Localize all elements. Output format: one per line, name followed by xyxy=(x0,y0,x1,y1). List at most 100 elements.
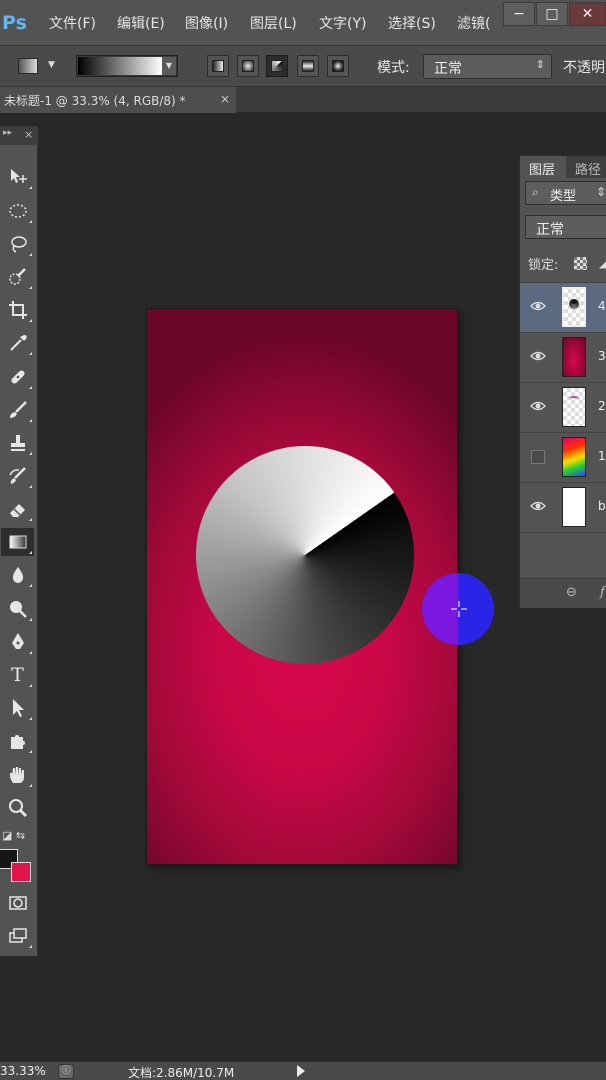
menu-image[interactable]: 图像(I) xyxy=(185,13,228,33)
tools-panel-header[interactable]: ▸▸ × xyxy=(0,127,38,145)
tab-layers[interactable]: 图层 xyxy=(529,159,555,178)
layer-row[interactable]: b xyxy=(520,482,606,532)
magnifier-icon xyxy=(8,799,27,818)
crop-icon xyxy=(8,301,27,319)
diamond-gradient-button[interactable] xyxy=(327,55,349,77)
layer-row[interactable]: 3 xyxy=(520,332,606,382)
eraser-tool[interactable] xyxy=(1,495,34,523)
lasso-tool[interactable] xyxy=(1,230,34,258)
close-window-button[interactable]: ✕ xyxy=(569,2,606,26)
history-brush-tool[interactable] xyxy=(1,462,34,490)
lock-brush-icon[interactable]: ◢ xyxy=(599,256,606,270)
select-arrows-icon: ⇕ xyxy=(535,58,545,71)
pen-icon xyxy=(11,633,24,649)
gradient-icon xyxy=(9,535,26,549)
lasso-icon xyxy=(10,236,27,253)
gradient-tool[interactable] xyxy=(1,528,34,556)
eyedropper-tool[interactable] xyxy=(1,329,34,357)
menu-edit[interactable]: 编辑(E) xyxy=(117,13,165,33)
dodge-tool[interactable] xyxy=(1,595,34,623)
eye-icon[interactable] xyxy=(530,498,546,514)
menu-file[interactable]: 文件(F) xyxy=(49,13,96,33)
layer-row[interactable]: 4 xyxy=(520,282,606,332)
status-menu-arrow-icon[interactable] xyxy=(297,1065,305,1077)
dodge-icon xyxy=(9,601,27,618)
angle-gradient-button[interactable] xyxy=(266,55,288,77)
custom-shape-tool[interactable] xyxy=(1,727,34,755)
linear-gradient-button[interactable] xyxy=(207,55,229,77)
healing-brush-tool[interactable] xyxy=(1,363,34,391)
gradient-dropdown-icon[interactable]: ▼ xyxy=(162,57,176,75)
quick-select-icon xyxy=(8,268,26,285)
collapse-icon[interactable]: ▸▸ xyxy=(3,128,12,138)
minimize-button[interactable]: − xyxy=(503,2,535,26)
clone-stamp-tool[interactable] xyxy=(1,429,34,457)
lock-label: 锁定: xyxy=(528,258,559,273)
document-tab[interactable]: 未标题-1 @ 33.3% (4, RGB/8) * × xyxy=(0,87,236,113)
gradient-picker[interactable]: ▼ xyxy=(76,55,178,77)
eraser-icon xyxy=(9,504,25,517)
mode-select[interactable]: 正常 ⇕ xyxy=(423,54,552,79)
default-colors-icon[interactable]: ◪ ⇆ xyxy=(2,829,25,842)
menu-select[interactable]: 选择(S) xyxy=(388,13,436,33)
menu-layer[interactable]: 图层(L) xyxy=(250,13,297,33)
menu-type[interactable]: 文字(Y) xyxy=(319,13,366,33)
reflected-gradient-button[interactable] xyxy=(297,55,319,77)
pen-tool[interactable] xyxy=(1,628,34,656)
tab-paths[interactable]: 路径 xyxy=(575,159,601,178)
puzzle-icon xyxy=(10,735,25,749)
close-panel-icon[interactable]: × xyxy=(24,128,33,141)
blur-tool[interactable] xyxy=(1,561,34,589)
layer-name: b xyxy=(598,499,606,513)
marquee-tool[interactable] xyxy=(1,197,34,225)
layers-empty-area xyxy=(520,532,606,578)
layer-blend-mode-select[interactable]: 正常 xyxy=(525,215,606,239)
eyedropper-icon xyxy=(9,335,27,351)
tool-preset-picker[interactable] xyxy=(18,58,38,74)
path-select-tool[interactable] xyxy=(1,694,34,722)
layer-row[interactable]: 1 xyxy=(520,432,606,482)
crop-tool[interactable] xyxy=(1,296,34,324)
brush-tool[interactable] xyxy=(1,396,34,424)
layers-panel-footer: ⊖ f xyxy=(520,578,606,608)
zoom-tool[interactable] xyxy=(1,794,34,822)
layer-thumbnail xyxy=(562,287,586,327)
mode-label: 模式: xyxy=(377,60,410,76)
status-bar: 33.33% ⓘ 文档:2.86M/10.7M xyxy=(0,1061,606,1080)
layer-row[interactable]: 2 xyxy=(520,382,606,432)
opacity-label: 不透明 xyxy=(563,60,605,76)
layer-kind-filter[interactable]: ⌕ 类型 ⇕ xyxy=(525,181,606,205)
layer-thumbnail xyxy=(562,387,586,427)
layer-name: 4 xyxy=(598,299,606,313)
close-tab-icon[interactable]: × xyxy=(220,92,230,106)
background-color-swatch[interactable] xyxy=(11,862,31,882)
lock-transparency-icon[interactable] xyxy=(574,257,587,270)
layers-panel: 图层 路径 ⌕ 类型 ⇕ 正常 锁定: ◢ 4 3 2 1 b ⊖ f xyxy=(519,155,606,608)
eye-icon[interactable] xyxy=(530,348,546,364)
visibility-toggle[interactable] xyxy=(531,450,545,464)
move-tool[interactable] xyxy=(1,163,34,191)
fx-icon[interactable]: f xyxy=(600,585,605,600)
link-layers-icon[interactable]: ⊖ xyxy=(566,585,577,600)
eye-icon[interactable] xyxy=(530,398,546,414)
maximize-button[interactable]: □ xyxy=(536,2,568,26)
quick-select-tool[interactable] xyxy=(1,263,34,291)
menu-filter[interactable]: 滤镜( xyxy=(457,13,490,33)
drop-icon xyxy=(12,567,23,583)
gradient-preview[interactable] xyxy=(78,57,162,75)
status-info-icon[interactable]: ⓘ xyxy=(58,1064,74,1079)
type-tool[interactable]: T xyxy=(1,661,34,689)
layer-thumbnail xyxy=(562,337,586,377)
radial-gradient-button[interactable] xyxy=(237,55,259,77)
hand-tool[interactable] xyxy=(1,761,34,789)
select-arrows-icon: ⇕ xyxy=(596,185,606,199)
zoom-level[interactable]: 33.33% xyxy=(0,1064,46,1078)
path-select-icon xyxy=(12,699,24,717)
menu-bar: Ps 文件(F) 编辑(E) 图像(I) 图层(L) 文字(Y) 选择(S) 滤… xyxy=(0,0,606,46)
quick-mask-button[interactable] xyxy=(1,889,34,917)
screen-mode-button[interactable] xyxy=(1,922,34,950)
eye-icon[interactable] xyxy=(530,298,546,314)
mode-value: 正常 xyxy=(434,61,462,77)
layer-name: 3 xyxy=(598,349,606,363)
preset-caret-icon[interactable]: ▼ xyxy=(48,60,55,70)
